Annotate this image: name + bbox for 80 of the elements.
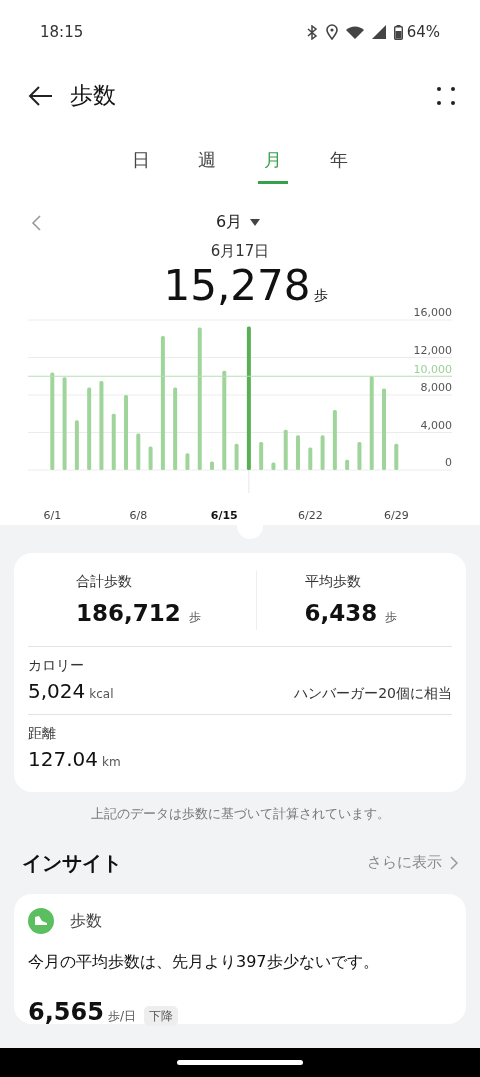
stat-unit: 歩 <box>385 608 398 626</box>
footnote: 上記のデータは歩数に基づいて計算されています。 <box>89 805 391 824</box>
axis-label: 8,000 <box>420 380 452 394</box>
bar[interactable] <box>50 372 55 470</box>
back-button[interactable] <box>28 83 54 107</box>
detail-label: 距離 <box>28 724 57 744</box>
bar[interactable] <box>283 429 288 470</box>
average-value: 6,565 <box>28 996 104 1028</box>
insight-title: 歩数 <box>70 909 102 932</box>
bar[interactable] <box>382 388 386 470</box>
detail-value: 127.04 <box>28 746 98 774</box>
stat-label: 合計歩数 <box>76 571 133 591</box>
step-unit: 歩 <box>314 285 329 305</box>
bar[interactable] <box>148 446 153 470</box>
section-title: インサイト <box>22 849 122 877</box>
stat-value: 186,712 <box>76 598 181 628</box>
detail-note: ハンバーガー20個に相当 <box>294 684 452 704</box>
bar[interactable] <box>160 335 165 470</box>
detail-value: 5,024 <box>28 678 86 706</box>
bar[interactable] <box>345 459 350 470</box>
bar[interactable] <box>357 441 362 470</box>
bar[interactable] <box>173 387 178 470</box>
axis-label: 12,000 <box>413 343 452 357</box>
step-count: 15,278 <box>163 262 311 309</box>
caret-icon <box>250 218 261 226</box>
trend-badge: 下降 <box>143 1005 178 1026</box>
axis-label: 6/29 <box>383 508 409 522</box>
bar[interactable] <box>99 380 104 470</box>
axis-label: 6/8 <box>129 508 148 522</box>
bar[interactable] <box>87 387 92 470</box>
shoe-icon <box>28 907 54 934</box>
bar[interactable] <box>136 433 141 470</box>
axis-label: 0 <box>445 455 452 469</box>
bar[interactable] <box>259 441 264 470</box>
period-tab[interactable]: 週 <box>192 142 222 184</box>
battery-icon <box>393 24 403 40</box>
detail-label: カロリー <box>28 656 85 676</box>
signal-icon <box>371 25 386 39</box>
bar[interactable] <box>197 327 202 470</box>
bar[interactable] <box>296 435 300 470</box>
period-tab[interactable]: 年 <box>324 142 354 184</box>
bar[interactable] <box>74 420 79 470</box>
axis-label: 16,000 <box>413 305 452 319</box>
bar[interactable] <box>369 375 374 470</box>
detail-unit: km <box>102 754 121 772</box>
axis-label: 6/15 <box>210 508 238 522</box>
bar[interactable] <box>320 435 325 470</box>
axis-label: 6/1 <box>43 508 62 522</box>
bar[interactable] <box>234 443 239 470</box>
stat-value: 6,438 <box>304 598 378 628</box>
stat-unit: 歩 <box>188 608 201 626</box>
wifi-icon <box>345 25 364 39</box>
stat-label: 平均歩数 <box>304 571 362 591</box>
bar[interactable] <box>332 409 337 470</box>
battery-percent: 64% <box>406 21 440 43</box>
bar[interactable] <box>111 413 116 470</box>
detail-unit: kcal <box>89 686 114 704</box>
month-dropdown[interactable]: 6月 <box>216 210 261 234</box>
axis-label: 6/22 <box>297 508 323 522</box>
goal-label: 10,000 <box>413 362 452 376</box>
axis-label: 4,000 <box>420 418 452 432</box>
period-tab[interactable]: 日 <box>126 142 156 184</box>
bar[interactable] <box>308 447 313 470</box>
bar[interactable] <box>271 462 276 470</box>
home-indicator[interactable] <box>177 1060 303 1065</box>
insight-text: 今月の平均歩数は、先月より397歩少ないです。 <box>28 950 380 973</box>
selected-date: 6月17日 <box>209 241 271 262</box>
status-time: 18:15 <box>40 21 84 43</box>
selected-bar[interactable] <box>246 326 251 470</box>
bar[interactable] <box>185 452 190 470</box>
bluetooth-icon <box>305 24 318 40</box>
bar[interactable] <box>124 394 128 470</box>
bar[interactable] <box>222 370 227 470</box>
chevron-icon <box>450 855 458 870</box>
average-unit: 歩/日 <box>107 1007 136 1025</box>
bar[interactable] <box>210 461 214 470</box>
page-title: 歩数 <box>70 80 116 110</box>
bar[interactable] <box>62 376 67 470</box>
location-icon <box>325 24 338 40</box>
bar[interactable] <box>394 443 399 470</box>
